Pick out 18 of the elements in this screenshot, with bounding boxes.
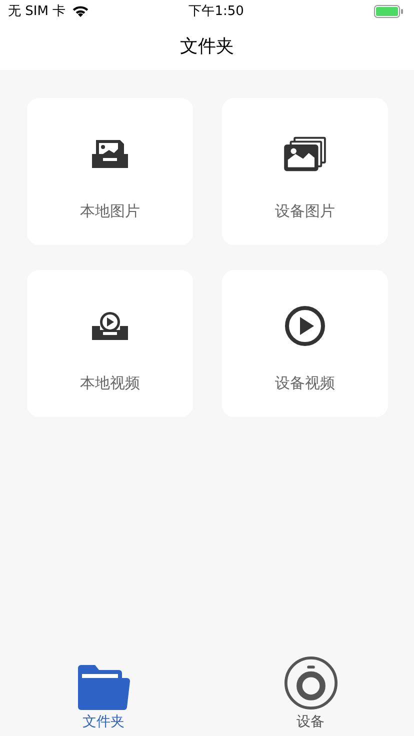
folder-tile[interactable]: 设备视频 xyxy=(222,270,388,417)
wifi-icon xyxy=(72,5,89,17)
camera-icon xyxy=(284,658,338,710)
carrier-label: 无 SIM 卡 xyxy=(8,3,66,20)
tab-item[interactable]: 设备 xyxy=(207,658,414,736)
tile-label: 本地视频 xyxy=(80,374,140,393)
folder-tile[interactable]: 设备图片 xyxy=(222,98,388,245)
play-icon xyxy=(284,306,326,346)
photo-stack-icon xyxy=(282,134,328,174)
tile-label: 本地图片 xyxy=(80,202,140,221)
page-title: 文件夹 xyxy=(180,35,234,58)
tile-label: 设备图片 xyxy=(275,202,335,221)
tile-label: 设备视频 xyxy=(275,374,335,393)
tab-item[interactable]: 文件夹 xyxy=(0,658,207,736)
folder-tile[interactable]: 本地图片 xyxy=(27,98,193,245)
battery-icon xyxy=(374,4,404,18)
folder-tile[interactable]: 本地视频 xyxy=(27,270,193,417)
status-time: 下午1:50 xyxy=(188,3,245,20)
